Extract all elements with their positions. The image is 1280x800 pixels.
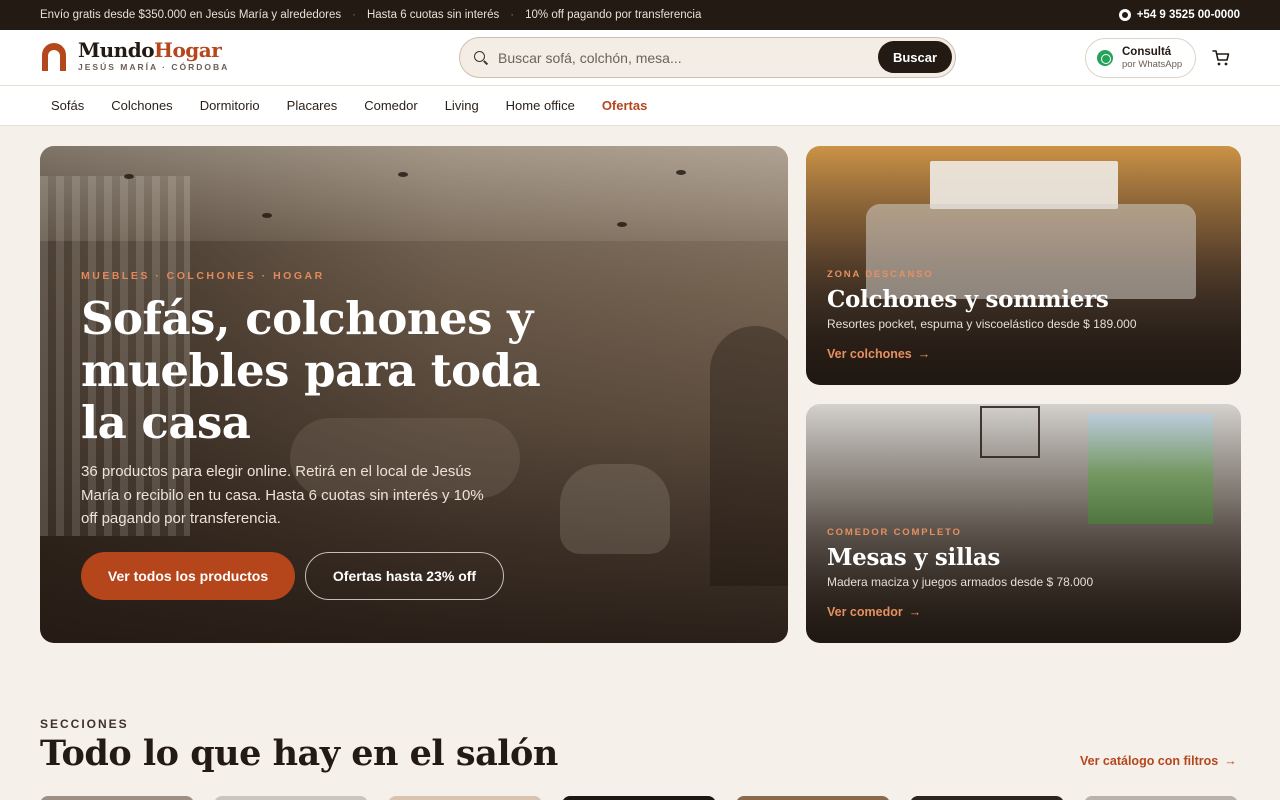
promo-separator: ·	[352, 9, 356, 21]
category-nav: Sofás Colchones Dormitorio Placares Come…	[0, 86, 1280, 126]
section-thumbnail[interactable]	[736, 796, 890, 800]
section-thumbnail[interactable]	[562, 796, 716, 800]
promo-transfer-discount: 10% off pagando por transferencia	[525, 9, 702, 21]
site-logo[interactable]: MundoHogar JESÚS MARÍA · CÓRDOBA	[40, 39, 229, 72]
promo-list: Envío gratis desde $350.000 en Jesús Mar…	[40, 9, 701, 21]
ceiling-light	[676, 170, 686, 175]
sections-eyebrow: SECCIONES	[40, 717, 129, 731]
logo-arch-icon	[42, 42, 66, 71]
section-thumbnail[interactable]	[40, 796, 194, 800]
search-bar: Buscar	[459, 37, 956, 78]
section-thumbnail[interactable]	[1084, 796, 1238, 800]
whatsapp-consult-button[interactable]: Consultá por WhatsApp	[1085, 38, 1196, 78]
card-title: Colchones y sommiers	[827, 286, 1109, 313]
promo-separator: ·	[510, 9, 515, 21]
arrow-right-icon: →	[908, 605, 922, 619]
sections-title: Todo lo que hay en el salón	[40, 733, 558, 774]
view-colchones-link[interactable]: Ver colchones →	[827, 347, 1137, 361]
nav-item-ofertas[interactable]: Ofertas	[602, 98, 648, 113]
whatsapp-sublabel: por WhatsApp	[1122, 58, 1183, 70]
card-content: ZONA DESCANSO Colchones y sommiers Resor…	[827, 269, 1137, 361]
card-description: Resortes pocket, espuma y viscoelástico …	[827, 317, 1137, 331]
site-header: MundoHogar JESÚS MARÍA · CÓRDOBA Buscar …	[0, 30, 1280, 86]
hero-eyebrow: MUEBLES · COLCHONES · HOGAR	[81, 270, 325, 282]
card-eyebrow: COMEDOR COMPLETO	[827, 527, 962, 538]
card-image-headboard	[930, 161, 1118, 209]
section-thumbnail[interactable]	[388, 796, 542, 800]
ceiling-light	[617, 222, 627, 227]
nav-item-placares[interactable]: Placares	[287, 98, 338, 113]
topbar-phone-link[interactable]: +54 9 3525 00-0000	[1118, 9, 1240, 21]
card-eyebrow: ZONA DESCANSO	[827, 269, 934, 280]
whatsapp-label: Consultá	[1122, 45, 1172, 58]
hero-description: 36 productos para elegir online. Retirá …	[81, 463, 484, 527]
nav-item-living[interactable]: Living	[445, 98, 479, 113]
card-description: Madera maciza y juegos armados desde $ 7…	[827, 575, 1094, 589]
card-content: COMEDOR COMPLETO Mesas y sillas Madera m…	[827, 527, 1093, 619]
nav-item-dormitorio[interactable]: Dormitorio	[200, 98, 260, 113]
promo-installments: Hasta 6 cuotas sin interés	[366, 9, 500, 21]
ceiling-light	[124, 174, 134, 179]
section-thumbnails	[40, 796, 1238, 800]
cart-icon[interactable]	[1212, 49, 1230, 67]
whatsapp-icon	[1097, 50, 1113, 66]
category-card-colchones[interactable]: ZONA DESCANSO Colchones y sommiers Resor…	[806, 146, 1241, 385]
ceiling-light	[262, 213, 272, 218]
arrow-right-icon: →	[917, 347, 931, 361]
offers-button[interactable]: Ofertas hasta 23% off	[305, 551, 504, 600]
link-label: Ver catálogo con filtros	[1080, 754, 1219, 768]
search-button[interactable]: Buscar	[878, 41, 952, 73]
nav-item-colchones[interactable]: Colchones	[111, 98, 172, 113]
nav-item-comedor[interactable]: Comedor	[364, 98, 417, 113]
section-thumbnail[interactable]	[214, 796, 368, 800]
catalog-filters-link[interactable]: Ver catálogo con filtros →	[1080, 754, 1237, 768]
card-title: Mesas y sillas	[827, 544, 1001, 571]
promo-free-shipping: Envío gratis desde $350.000 en Jesús Mar…	[40, 9, 342, 21]
card-image-window	[1088, 414, 1213, 524]
hero-banner: MUEBLES · COLCHONES · HOGAR Sofás, colch…	[40, 146, 788, 643]
category-card-comedor[interactable]: COMEDOR COMPLETO Mesas y sillas Madera m…	[806, 404, 1241, 643]
hero-image-chair	[560, 464, 670, 554]
card-image-lamp	[980, 406, 1040, 458]
phone-number: +54 9 3525 00-0000	[1136, 9, 1240, 21]
view-all-products-button[interactable]: Ver todos los productos	[81, 551, 295, 600]
hero-cta-row: Ver todos los productos Ofertas hasta 23…	[81, 551, 561, 600]
logo-tagline: JESÚS MARÍA · CÓRDOBA	[78, 62, 230, 72]
view-comedor-link[interactable]: Ver comedor →	[827, 605, 1093, 619]
whatsapp-icon	[1118, 9, 1131, 21]
ceiling-light	[398, 172, 408, 177]
logo-name: MundoHogar	[78, 38, 222, 62]
link-label: Ver colchones	[827, 347, 912, 361]
search-icon	[474, 50, 488, 65]
section-thumbnail[interactable]	[910, 796, 1064, 800]
hero-content: MUEBLES · COLCHONES · HOGAR Sofás, colch…	[81, 270, 561, 600]
nav-item-sofas[interactable]: Sofás	[51, 98, 84, 113]
link-label: Ver comedor	[827, 605, 903, 619]
hero-title: Sofás, colchones y muebles para toda la …	[81, 292, 541, 449]
arrow-right-icon: →	[1224, 754, 1237, 768]
nav-item-home-office[interactable]: Home office	[506, 98, 575, 113]
hero-image-arch	[710, 326, 788, 586]
promo-bar: Envío gratis desde $350.000 en Jesús Mar…	[0, 0, 1280, 30]
